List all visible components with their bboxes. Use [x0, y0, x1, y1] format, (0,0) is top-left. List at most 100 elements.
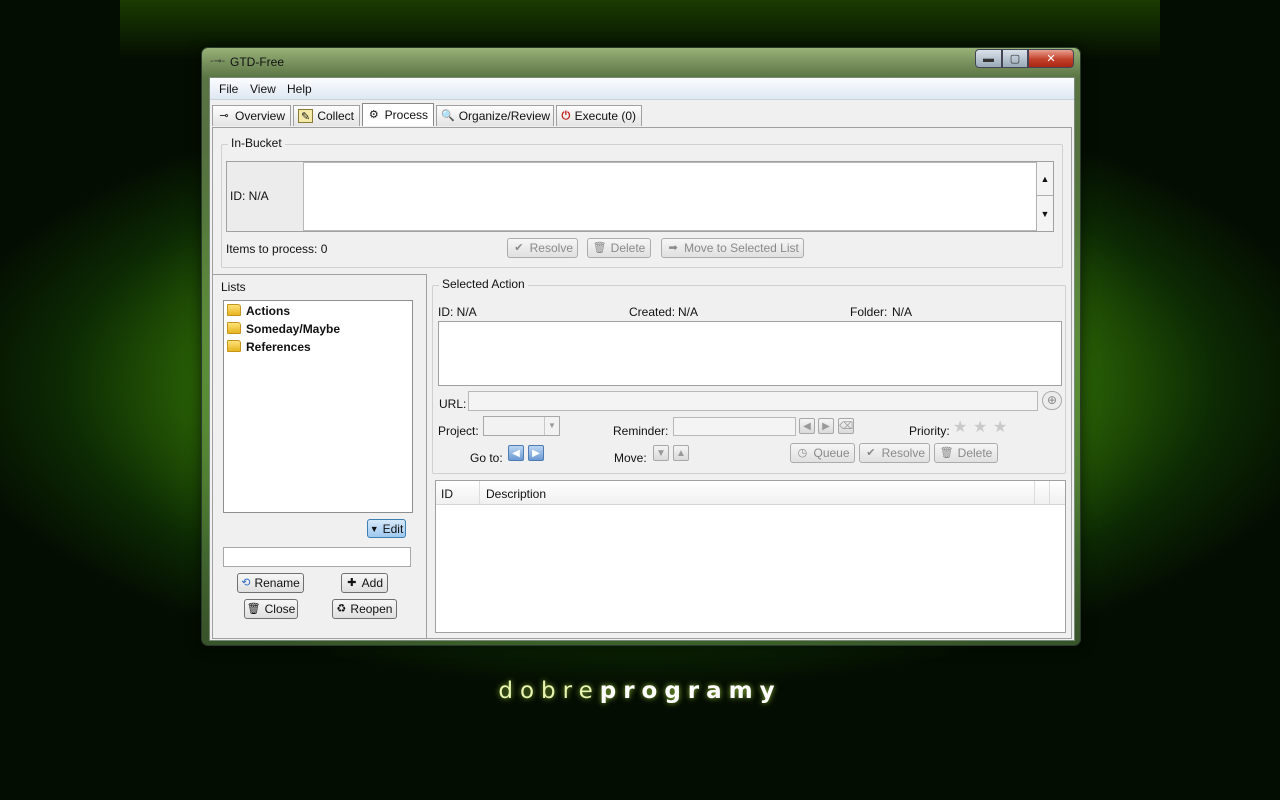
- selected-action-group: Selected Action ID: N/A Created: N/A Fol…: [432, 277, 1066, 474]
- column-divider: [479, 481, 480, 504]
- goto-next-icon[interactable]: ▶: [528, 445, 544, 461]
- reminder-label: Reminder:: [613, 424, 669, 438]
- goto-label: Go to:: [470, 451, 503, 465]
- queue-button[interactable]: ◷ Queue: [790, 443, 855, 463]
- reopen-button[interactable]: ♻ Reopen: [332, 599, 397, 619]
- in-bucket-delete-button[interactable]: 🗑 Delete: [587, 238, 651, 258]
- scroll-down-icon[interactable]: ▼: [1037, 197, 1053, 231]
- watermark-bold: programy: [599, 678, 782, 704]
- goto-prev-icon[interactable]: ◀: [508, 445, 524, 461]
- window-title: GTD-Free: [230, 55, 284, 69]
- url-label: URL:: [439, 397, 467, 411]
- tab-collect[interactable]: ✎ Collect: [293, 105, 360, 126]
- star-icon[interactable]: ★: [953, 417, 967, 437]
- items-to-process: Items to process: 0: [226, 242, 328, 256]
- list-item-label: Actions: [246, 304, 291, 318]
- lists-title: Lists: [221, 280, 246, 294]
- chevron-down-icon: ▼: [544, 417, 559, 435]
- triangle-down-icon: ▼: [369, 523, 379, 534]
- folder-value: N/A: [892, 305, 913, 319]
- list-item[interactable]: References: [227, 340, 311, 354]
- created-label: Created:: [629, 305, 676, 319]
- lists-panel: Lists Actions Someday/Maybe References ▼…: [213, 274, 427, 639]
- tab-organize-review[interactable]: 🔍 Organize/Review: [436, 105, 554, 126]
- folder-icon: [227, 340, 241, 352]
- reopen-icon: ♻: [336, 603, 347, 615]
- magnifier-icon: 🔍: [441, 110, 455, 122]
- star-icon[interactable]: ★: [973, 417, 987, 437]
- plus-icon: ✚: [347, 577, 357, 589]
- button-label: Delete: [957, 446, 993, 460]
- rename-icon: ⟲: [241, 577, 251, 589]
- app-window: -⊸- GTD-Free ▬ ▢ ✕ File View Help ⊸ Over…: [201, 47, 1081, 646]
- trash-icon: 🗑: [246, 603, 261, 615]
- action-delete-button[interactable]: 🗑 Delete: [934, 443, 998, 463]
- trash-icon: 🗑: [592, 242, 607, 254]
- title-bar[interactable]: -⊸- GTD-Free ▬ ▢ ✕: [202, 48, 1080, 76]
- execute-icon: ⏻: [561, 110, 571, 122]
- app-icon: -⊸-: [210, 56, 226, 67]
- rename-button[interactable]: ⟲ Rename: [237, 573, 304, 593]
- button-label: Resolve: [881, 446, 925, 460]
- list-item-label: Someday/Maybe: [246, 322, 341, 336]
- scroll-up-icon[interactable]: ▲: [1037, 162, 1053, 196]
- priority-stars[interactable]: ★ ★ ★: [951, 417, 1013, 437]
- close-list-button[interactable]: 🗑 Close: [244, 599, 298, 619]
- move-to-selected-list-button[interactable]: ➡ Move to Selected List: [661, 238, 804, 258]
- button-label: Edit: [382, 521, 404, 536]
- minimize-button[interactable]: ▬: [975, 49, 1002, 68]
- menu-view[interactable]: View: [250, 82, 276, 96]
- tab-execute[interactable]: ⏻ Execute (0): [556, 105, 642, 126]
- edit-dropdown-button[interactable]: ▼ Edit: [367, 519, 406, 538]
- reminder-prev-icon[interactable]: ◀: [799, 418, 815, 434]
- table-header: ID Description: [436, 481, 1065, 505]
- move-up-icon[interactable]: ▲: [673, 445, 689, 461]
- in-bucket-description[interactable]: [303, 162, 1039, 231]
- tab-label: Process: [384, 108, 428, 122]
- tab-label: Collect: [317, 109, 354, 123]
- in-bucket-group: In-Bucket ID: N/A ▲ ▼ Items to process: …: [221, 136, 1063, 268]
- list-item[interactable]: Actions: [227, 304, 290, 318]
- action-description[interactable]: [438, 321, 1062, 386]
- maximize-button[interactable]: ▢: [1002, 49, 1028, 68]
- project-label: Project:: [438, 424, 479, 438]
- reminder-input[interactable]: [673, 417, 796, 436]
- tab-process[interactable]: ⚙ Process: [362, 103, 434, 126]
- menu-file[interactable]: File: [219, 82, 238, 96]
- tab-overview[interactable]: ⊸ Overview: [212, 105, 291, 126]
- window-controls: ▬ ▢ ✕: [975, 49, 1074, 68]
- menu-bar: File View Help: [210, 78, 1074, 100]
- folder-label: Folder:: [850, 305, 888, 319]
- in-bucket-resolve-button[interactable]: ✔ Resolve: [507, 238, 578, 258]
- in-bucket-id: ID: N/A: [230, 189, 269, 203]
- priority-label: Priority:: [909, 424, 950, 438]
- column-divider: [1049, 481, 1050, 504]
- trash-icon: 🗑: [939, 447, 954, 459]
- action-resolve-button[interactable]: ✔ Resolve: [859, 443, 930, 463]
- collect-icon: ✎: [298, 109, 314, 123]
- actions-table[interactable]: ID Description: [435, 480, 1066, 633]
- process-icon: ⚙: [368, 109, 379, 121]
- selected-action-title: Selected Action: [439, 277, 528, 291]
- tab-strip: ⊸ Overview ✎ Collect ⚙ Process 🔍 Organiz…: [212, 103, 644, 127]
- menu-help[interactable]: Help: [287, 82, 312, 96]
- column-description[interactable]: Description: [486, 487, 546, 501]
- move-down-icon[interactable]: ▼: [653, 445, 669, 461]
- project-select[interactable]: ▼: [483, 416, 560, 436]
- column-id[interactable]: ID: [441, 487, 453, 501]
- in-bucket-title: In-Bucket: [228, 136, 285, 150]
- star-icon[interactable]: ★: [993, 417, 1007, 437]
- button-label: Close: [264, 602, 296, 616]
- add-button[interactable]: ✚ Add: [341, 573, 388, 593]
- in-bucket-scrollbar[interactable]: ▲ ▼: [1036, 162, 1053, 231]
- close-button[interactable]: ✕: [1028, 49, 1074, 68]
- reminder-next-icon[interactable]: ▶: [818, 418, 834, 434]
- process-panel: In-Bucket ID: N/A ▲ ▼ Items to process: …: [212, 127, 1072, 639]
- overview-icon: ⊸: [219, 110, 229, 122]
- globe-icon[interactable]: ⊕: [1042, 391, 1062, 410]
- list-name-input[interactable]: [223, 547, 411, 567]
- lists-tree[interactable]: Actions Someday/Maybe References: [223, 300, 413, 513]
- url-input[interactable]: [468, 391, 1038, 411]
- reminder-clear-icon[interactable]: ⌫: [838, 418, 854, 434]
- list-item[interactable]: Someday/Maybe: [227, 322, 340, 336]
